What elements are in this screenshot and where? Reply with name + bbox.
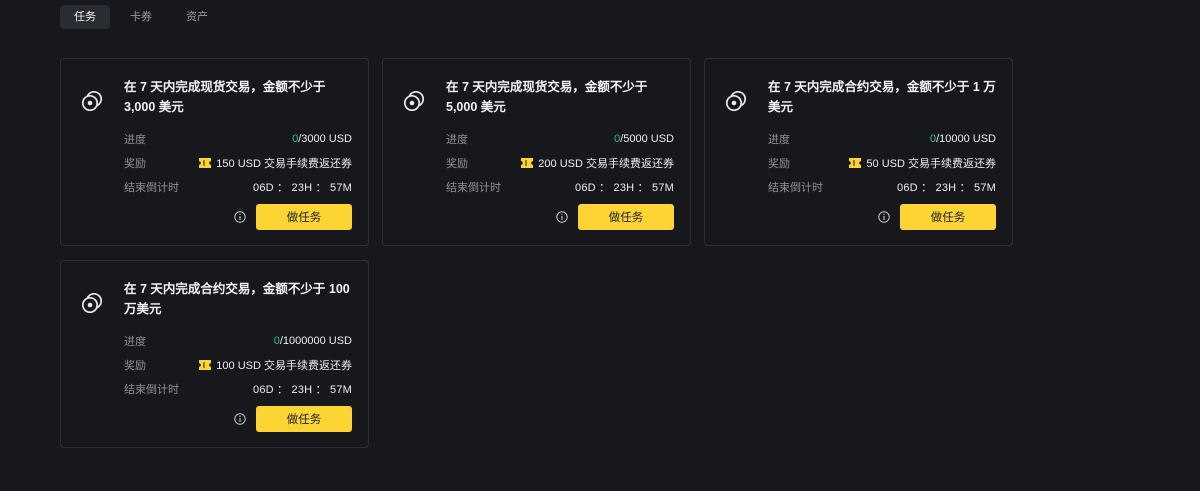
reward-text: 50 USD 交易手续费返还券 [866, 158, 996, 170]
do-task-button[interactable]: 做任务 [256, 204, 352, 230]
countdown-value: 06D ： 23H ： 57M [575, 182, 674, 194]
reward-label: 奖励 [768, 158, 790, 170]
reward-value: 100 USD 交易手续费返还券 [199, 357, 352, 373]
task-details: 进度 0/10000 USD 奖励 50 USD 交易手续费返还券 结束倒计时 [768, 127, 996, 199]
task-title: 在 7 天内完成合约交易，金额不少于 100 万美元 [124, 282, 350, 316]
coin-target-icon [403, 90, 425, 112]
info-icon[interactable] [234, 211, 246, 223]
reward-value: 200 USD 交易手续费返还券 [521, 155, 674, 171]
progress-value: 0/1000000 USD [274, 335, 352, 347]
task-actions: 做任务 [556, 204, 674, 230]
progress-value: 0/3000 USD [292, 133, 352, 145]
reward-text: 200 USD 交易手续费返还券 [538, 158, 674, 170]
task-details: 进度 0/1000000 USD 奖励 100 USD 交易手续费返还券 结束倒… [124, 329, 352, 401]
task-title: 在 7 天内完成现货交易，金额不少于 3,000 美元 [124, 80, 326, 114]
info-icon[interactable] [556, 211, 568, 223]
progress-row: 进度 0/1000000 USD [124, 329, 352, 353]
coin-target-icon [725, 90, 747, 112]
reward-text: 100 USD 交易手续费返还券 [216, 360, 352, 372]
ticket-icon [521, 158, 534, 168]
progress-total: /3000 USD [298, 133, 352, 145]
progress-total: /1000000 USD [279, 335, 352, 347]
progress-total: /5000 USD [620, 133, 674, 145]
reward-value: 50 USD 交易手续费返还券 [849, 155, 996, 171]
task-actions: 做任务 [878, 204, 996, 230]
tab-assets[interactable]: 资产 [172, 5, 222, 29]
tab-bar: 任务 卡券 资产 [60, 5, 222, 29]
ticket-icon [199, 158, 212, 168]
progress-row: 进度 0/5000 USD [446, 127, 674, 151]
task-actions: 做任务 [234, 204, 352, 230]
countdown-row: 结束倒计时 06D ： 23H ： 57M [124, 377, 352, 401]
reward-label: 奖励 [124, 158, 146, 170]
tab-coupons[interactable]: 卡券 [116, 5, 166, 29]
do-task-button[interactable]: 做任务 [578, 204, 674, 230]
reward-value: 150 USD 交易手续费返还券 [199, 155, 352, 171]
reward-label: 奖励 [124, 360, 146, 372]
countdown-row: 结束倒计时 06D ： 23H ： 57M [446, 175, 674, 199]
task-details: 进度 0/5000 USD 奖励 200 USD 交易手续费返还券 结束倒计时 [446, 127, 674, 199]
task-card: 在 7 天内完成现货交易，金额不少于 5,000 美元 进度 0/5000 US… [382, 58, 691, 246]
progress-row: 进度 0/3000 USD [124, 127, 352, 151]
task-card: 在 7 天内完成合约交易，金额不少于 100 万美元 进度 0/1000000 … [60, 260, 369, 448]
countdown-value: 06D ： 23H ： 57M [253, 182, 352, 194]
reward-row: 奖励 100 USD 交易手续费返还券 [124, 353, 352, 377]
progress-label: 进度 [124, 336, 146, 348]
countdown-label: 结束倒计时 [124, 384, 179, 396]
task-title: 在 7 天内完成合约交易，金额不少于 1 万美元 [768, 80, 996, 114]
task-card: 在 7 天内完成现货交易，金额不少于 3,000 美元 进度 0/3000 US… [60, 58, 369, 246]
progress-label: 进度 [446, 134, 468, 146]
progress-row: 进度 0/10000 USD [768, 127, 996, 151]
reward-label: 奖励 [446, 158, 468, 170]
task-details: 进度 0/3000 USD 奖励 150 USD 交易手续费返还券 结束倒计时 [124, 127, 352, 199]
progress-label: 进度 [768, 134, 790, 146]
progress-label: 进度 [124, 134, 146, 146]
reward-row: 奖励 200 USD 交易手续费返还券 [446, 151, 674, 175]
countdown-label: 结束倒计时 [768, 182, 823, 194]
coin-target-icon [81, 292, 103, 314]
tab-tasks[interactable]: 任务 [60, 5, 110, 29]
task-title: 在 7 天内完成现货交易，金额不少于 5,000 美元 [446, 80, 648, 114]
countdown-row: 结束倒计时 06D ： 23H ： 57M [768, 175, 996, 199]
info-icon[interactable] [878, 211, 890, 223]
tasks-page: 任务 卡券 资产 在 7 天内完成现货交易，金额不少于 3,000 美元 进度 … [0, 0, 1200, 491]
task-card-grid: 在 7 天内完成现货交易，金额不少于 3,000 美元 进度 0/3000 US… [60, 58, 1013, 448]
countdown-label: 结束倒计时 [446, 182, 501, 194]
progress-value: 0/5000 USD [614, 133, 674, 145]
ticket-icon [199, 360, 212, 370]
info-icon[interactable] [234, 413, 246, 425]
coin-target-icon [81, 90, 103, 112]
countdown-row: 结束倒计时 06D ： 23H ： 57M [124, 175, 352, 199]
reward-text: 150 USD 交易手续费返还券 [216, 158, 352, 170]
countdown-value: 06D ： 23H ： 57M [253, 384, 352, 396]
do-task-button[interactable]: 做任务 [900, 204, 996, 230]
reward-row: 奖励 150 USD 交易手续费返还券 [124, 151, 352, 175]
task-card: 在 7 天内完成合约交易，金额不少于 1 万美元 进度 0/10000 USD … [704, 58, 1013, 246]
progress-value: 0/10000 USD [930, 133, 996, 145]
task-actions: 做任务 [234, 406, 352, 432]
countdown-value: 06D ： 23H ： 57M [897, 182, 996, 194]
reward-row: 奖励 50 USD 交易手续费返还券 [768, 151, 996, 175]
countdown-label: 结束倒计时 [124, 182, 179, 194]
progress-total: /10000 USD [936, 133, 996, 145]
ticket-icon [849, 158, 862, 168]
do-task-button[interactable]: 做任务 [256, 406, 352, 432]
